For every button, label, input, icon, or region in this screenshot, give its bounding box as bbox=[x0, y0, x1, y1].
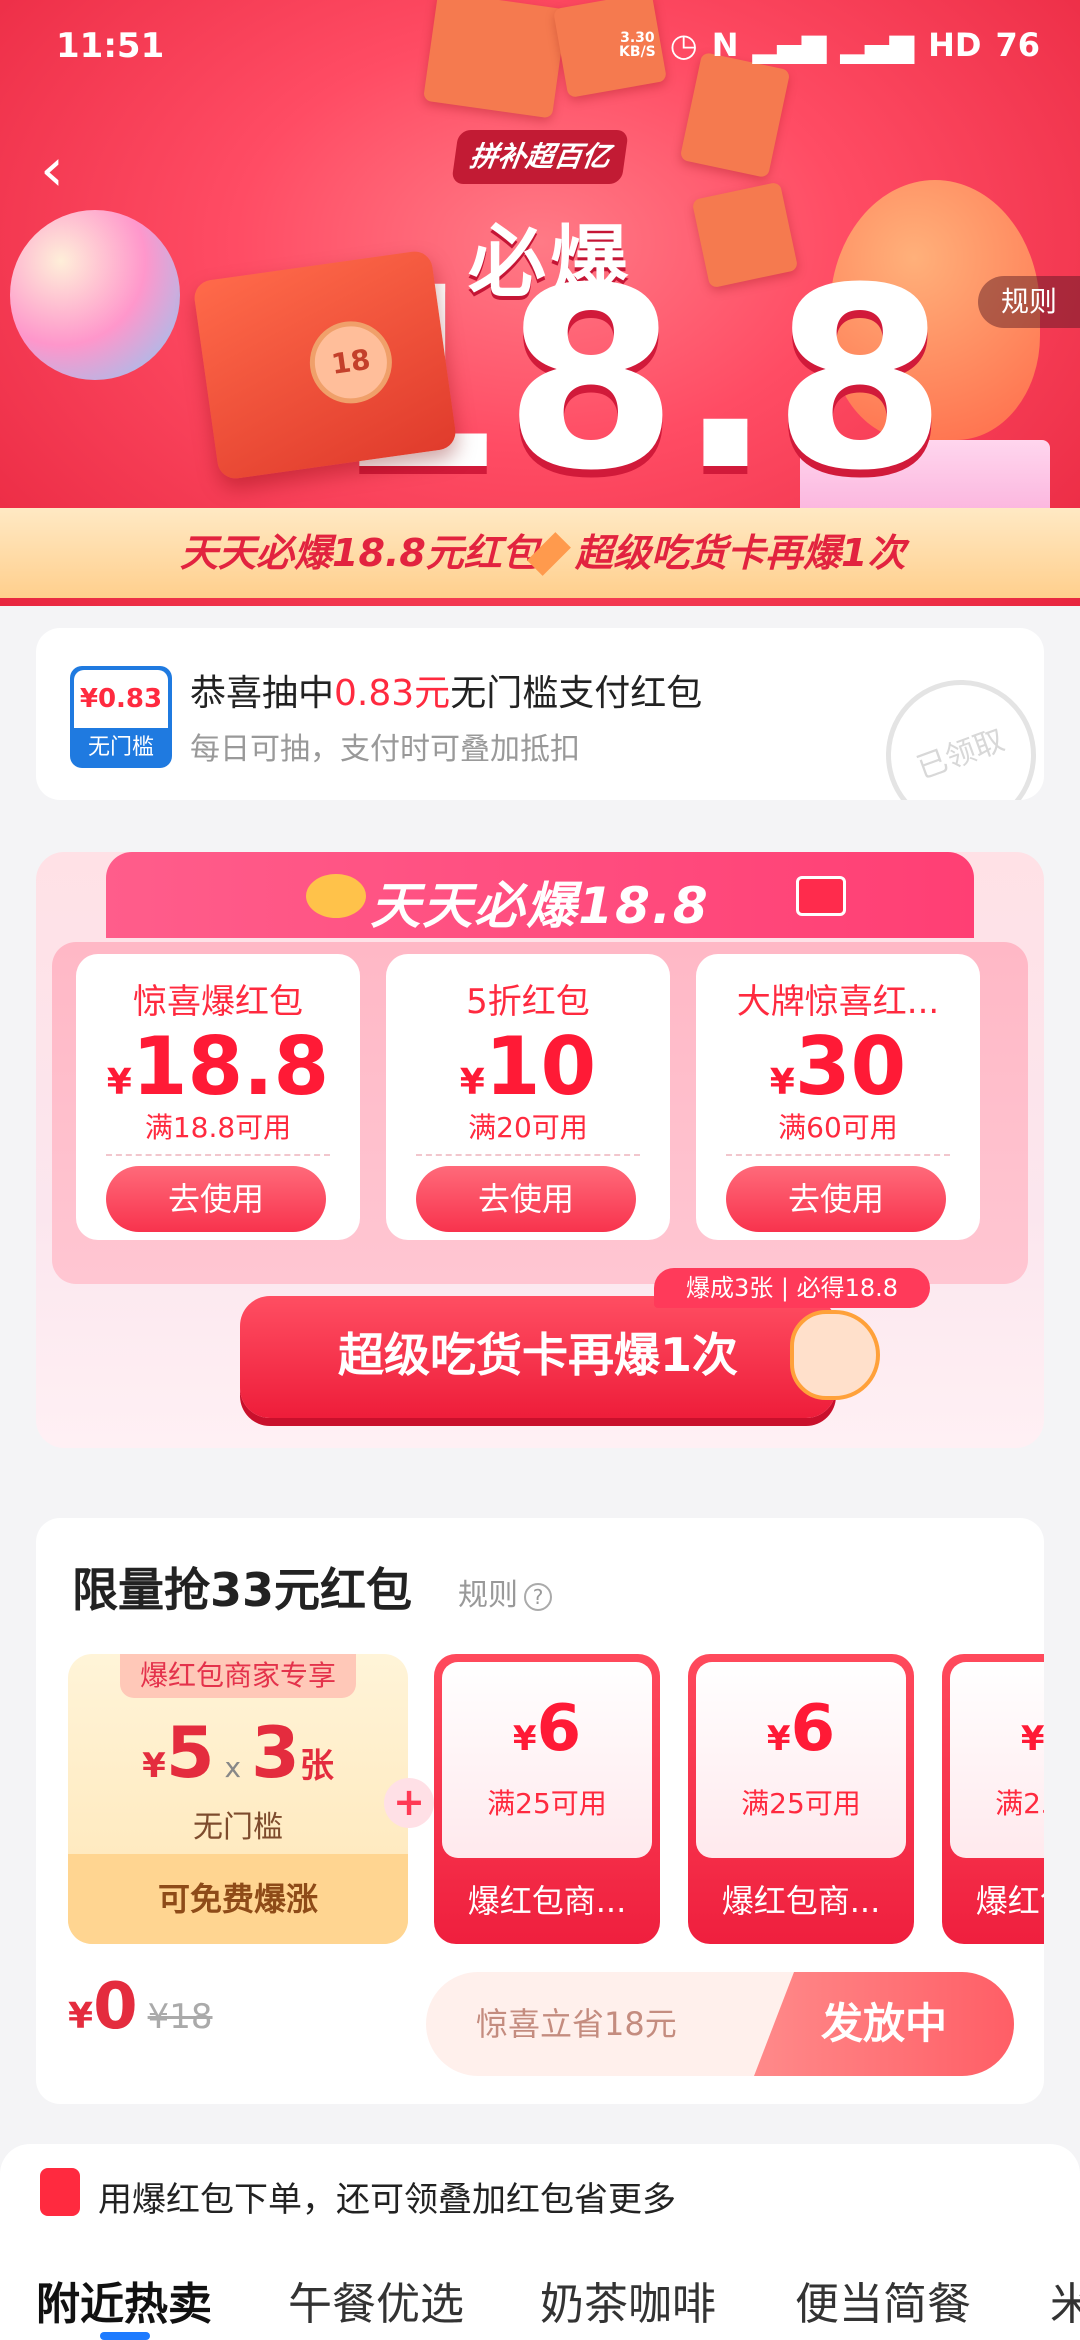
tab-tea-coffee[interactable]: 奶茶咖啡 bbox=[540, 2268, 716, 2332]
promo-banner: 11:51 3.30 KB/S ◷ N ▂▄▆ ▂▄▆ HD 76 ‹ 拼补超百… bbox=[0, 0, 1080, 606]
red-coupon-footer: 爆红包商... bbox=[721, 1882, 881, 1920]
merchant-coupon-card: 爆红包商家专享 ¥5 x 3张 无门槛 可免费爆涨 bbox=[68, 1654, 408, 1944]
lucky-amount: 0.83元 bbox=[334, 673, 451, 714]
use-coupon-button[interactable]: 去使用 bbox=[726, 1166, 946, 1232]
divider bbox=[106, 1154, 330, 1156]
limited-rule-link[interactable]: 规则? bbox=[458, 1570, 552, 1614]
nfc-icon: N bbox=[711, 26, 739, 64]
alarm-icon: ◷ bbox=[669, 26, 698, 64]
net-speed: 3.30 KB/S bbox=[619, 30, 656, 60]
coupon-condition: 满60可用 bbox=[778, 1111, 898, 1144]
ribbon-right-text: 超级吃货卡再爆1次 bbox=[575, 531, 906, 575]
plus-icon: + bbox=[384, 1778, 434, 1828]
red-coupon-footer: 爆红包商... bbox=[975, 1882, 1044, 1920]
burst-tip-badge: 爆成3张 | 必得18.8 bbox=[654, 1268, 930, 1308]
ribbon-left-text: 天天必爆18.8元红包 bbox=[180, 531, 540, 575]
tab-bento[interactable]: 便当简餐 bbox=[795, 2268, 971, 2332]
red-envelope-icon bbox=[40, 2168, 80, 2216]
limited-grab-card: 限量抢33元红包 规则? 爆红包商家专享 ¥5 x 3张 无门槛 可免费爆涨 + ¥… bbox=[36, 1518, 1044, 2104]
banner-ribbon: 天天必爆18.8元红包 超级吃货卡再爆1次 bbox=[0, 508, 1080, 598]
tab-rice[interactable]: 米 bbox=[1050, 2268, 1080, 2332]
red-coupon-footer: 爆红包商... bbox=[467, 1882, 627, 1920]
coupon-name: 5折红包 bbox=[466, 982, 590, 1022]
red-coupon-price: ¥6 bbox=[766, 1692, 836, 1766]
coupon-icon-tag: 无门槛 bbox=[87, 735, 154, 760]
bundle-original-price: ¥18 bbox=[147, 1997, 213, 2037]
bundle-price-value: 0 bbox=[93, 1970, 138, 2044]
red-coupon-price: ¥6 bbox=[1020, 1719, 1044, 1759]
daily-header: 天天必爆18.8 bbox=[106, 852, 974, 938]
coupon-price: ¥10 bbox=[459, 1020, 597, 1113]
red-packet-image: 18 bbox=[192, 249, 458, 481]
lucky-title: 恭喜抽中0.83元无门槛支付红包 bbox=[190, 673, 703, 714]
tab-lunch[interactable]: 午餐优选 bbox=[288, 2268, 464, 2332]
envelope-icon bbox=[796, 876, 846, 916]
red-coupon-card: ¥6 满25可用 爆红包商... bbox=[688, 1654, 914, 1944]
lucky-subtitle: 每日可抽，支付时可叠加抵扣 bbox=[190, 732, 580, 767]
red-coupon-condition: 满25可用 bbox=[741, 1787, 861, 1820]
limited-title: 限量抢33元红包 bbox=[72, 1563, 413, 1617]
top-badge: 拼补超百亿 bbox=[451, 130, 629, 184]
coupon-price: ¥30 bbox=[769, 1020, 907, 1113]
bundle-price: ¥0 ¥18 bbox=[68, 1970, 213, 2044]
release-bar[interactable]: 惊喜立省18元 发放中 bbox=[426, 1972, 1014, 2076]
merchant-coupon-header: 爆红包商家专享 bbox=[120, 1654, 356, 1698]
status-bar: 11:51 3.30 KB/S ◷ N ▂▄▆ ▂▄▆ HD 76 bbox=[0, 22, 1080, 72]
claimed-stamp: 已领取 bbox=[864, 658, 1044, 800]
use-coupon-button[interactable]: 去使用 bbox=[416, 1166, 636, 1232]
question-icon: ? bbox=[524, 1582, 552, 1611]
signal-2-icon: ▂▄▆ bbox=[840, 26, 915, 64]
coupon-price: ¥18.8 bbox=[106, 1020, 330, 1113]
active-tab-indicator bbox=[100, 2332, 150, 2340]
info-bar: 用爆红包下单，还可领叠加红包省更多 bbox=[0, 2144, 1080, 2254]
save-text: 惊喜立省18元 bbox=[476, 2005, 677, 2043]
daily-coupons: 惊喜爆红包 ¥18.8 满18.8可用 去使用 5折红包 ¥10 满20可用 去… bbox=[52, 942, 1028, 1284]
signal-icon: ▂▄▆ bbox=[752, 26, 827, 64]
red-coupon-condition: 满25可用 bbox=[995, 1787, 1044, 1820]
releasing-button[interactable]: 发放中 bbox=[754, 1972, 1014, 2076]
coupon-icon-amount: ¥0.83 bbox=[74, 670, 168, 728]
coupon-icon: ¥0.83 无门槛 bbox=[70, 666, 172, 768]
decorative-ball bbox=[10, 210, 180, 380]
info-text: 用爆红包下单，还可领叠加红包省更多 bbox=[98, 2180, 676, 2220]
divider bbox=[416, 1154, 640, 1156]
red-coupon-condition: 满25可用 bbox=[487, 1787, 607, 1820]
red-coupon-price: ¥6 bbox=[512, 1692, 582, 1766]
packet-coin: 18 bbox=[304, 316, 398, 409]
red-coupon-card: ¥6 满25可用 爆红包商... bbox=[434, 1654, 660, 1944]
merchant-coupon-footer: 可免费爆涨 bbox=[68, 1854, 408, 1944]
red-coupon-card: ¥6 满25可用 爆红包商... bbox=[942, 1654, 1044, 1944]
super-foodie-card-button[interactable]: 超级吃货卡再爆1次 bbox=[240, 1296, 836, 1418]
coupon-card: 惊喜爆红包 ¥18.8 满18.8可用 去使用 bbox=[76, 954, 360, 1240]
lucky-draw-card: ¥0.83 无门槛 恭喜抽中0.83元无门槛支付红包 每日可抽，支付时可叠加抵扣… bbox=[36, 628, 1044, 800]
coupon-name: 大牌惊喜红... bbox=[736, 982, 940, 1022]
coupon-card: 大牌惊喜红... ¥30 满60可用 去使用 bbox=[696, 954, 980, 1240]
status-time: 11:51 bbox=[56, 26, 165, 66]
use-coupon-button[interactable]: 去使用 bbox=[106, 1166, 326, 1232]
rule-button[interactable]: 规则 bbox=[978, 276, 1080, 328]
merchant-coupon-condition: 无门槛 bbox=[193, 1810, 283, 1845]
tab-nearby-hot[interactable]: 附近热卖 bbox=[36, 2268, 212, 2332]
daily-burst-card: 天天必爆18.8 惊喜爆红包 ¥18.8 满18.8可用 去使用 5折红包 ¥1… bbox=[36, 852, 1044, 1448]
back-arrow-icon[interactable]: ‹ bbox=[40, 140, 80, 200]
coupon-condition: 满20可用 bbox=[468, 1111, 588, 1144]
coupon-condition: 满18.8可用 bbox=[144, 1111, 292, 1144]
divider bbox=[726, 1154, 950, 1156]
merchant-coupon-price: ¥5 x 3张 bbox=[142, 1712, 334, 1794]
battery-level: 76 bbox=[995, 26, 1040, 64]
category-tabs: 附近热卖 午餐优选 奶茶咖啡 便当简餐 米 bbox=[0, 2254, 1080, 2340]
hd-indicator: HD bbox=[928, 26, 982, 64]
coupon-card: 5折红包 ¥10 满20可用 去使用 bbox=[386, 954, 670, 1240]
coupon-name: 惊喜爆红包 bbox=[133, 982, 303, 1022]
pointing-hand-icon bbox=[790, 1310, 880, 1400]
